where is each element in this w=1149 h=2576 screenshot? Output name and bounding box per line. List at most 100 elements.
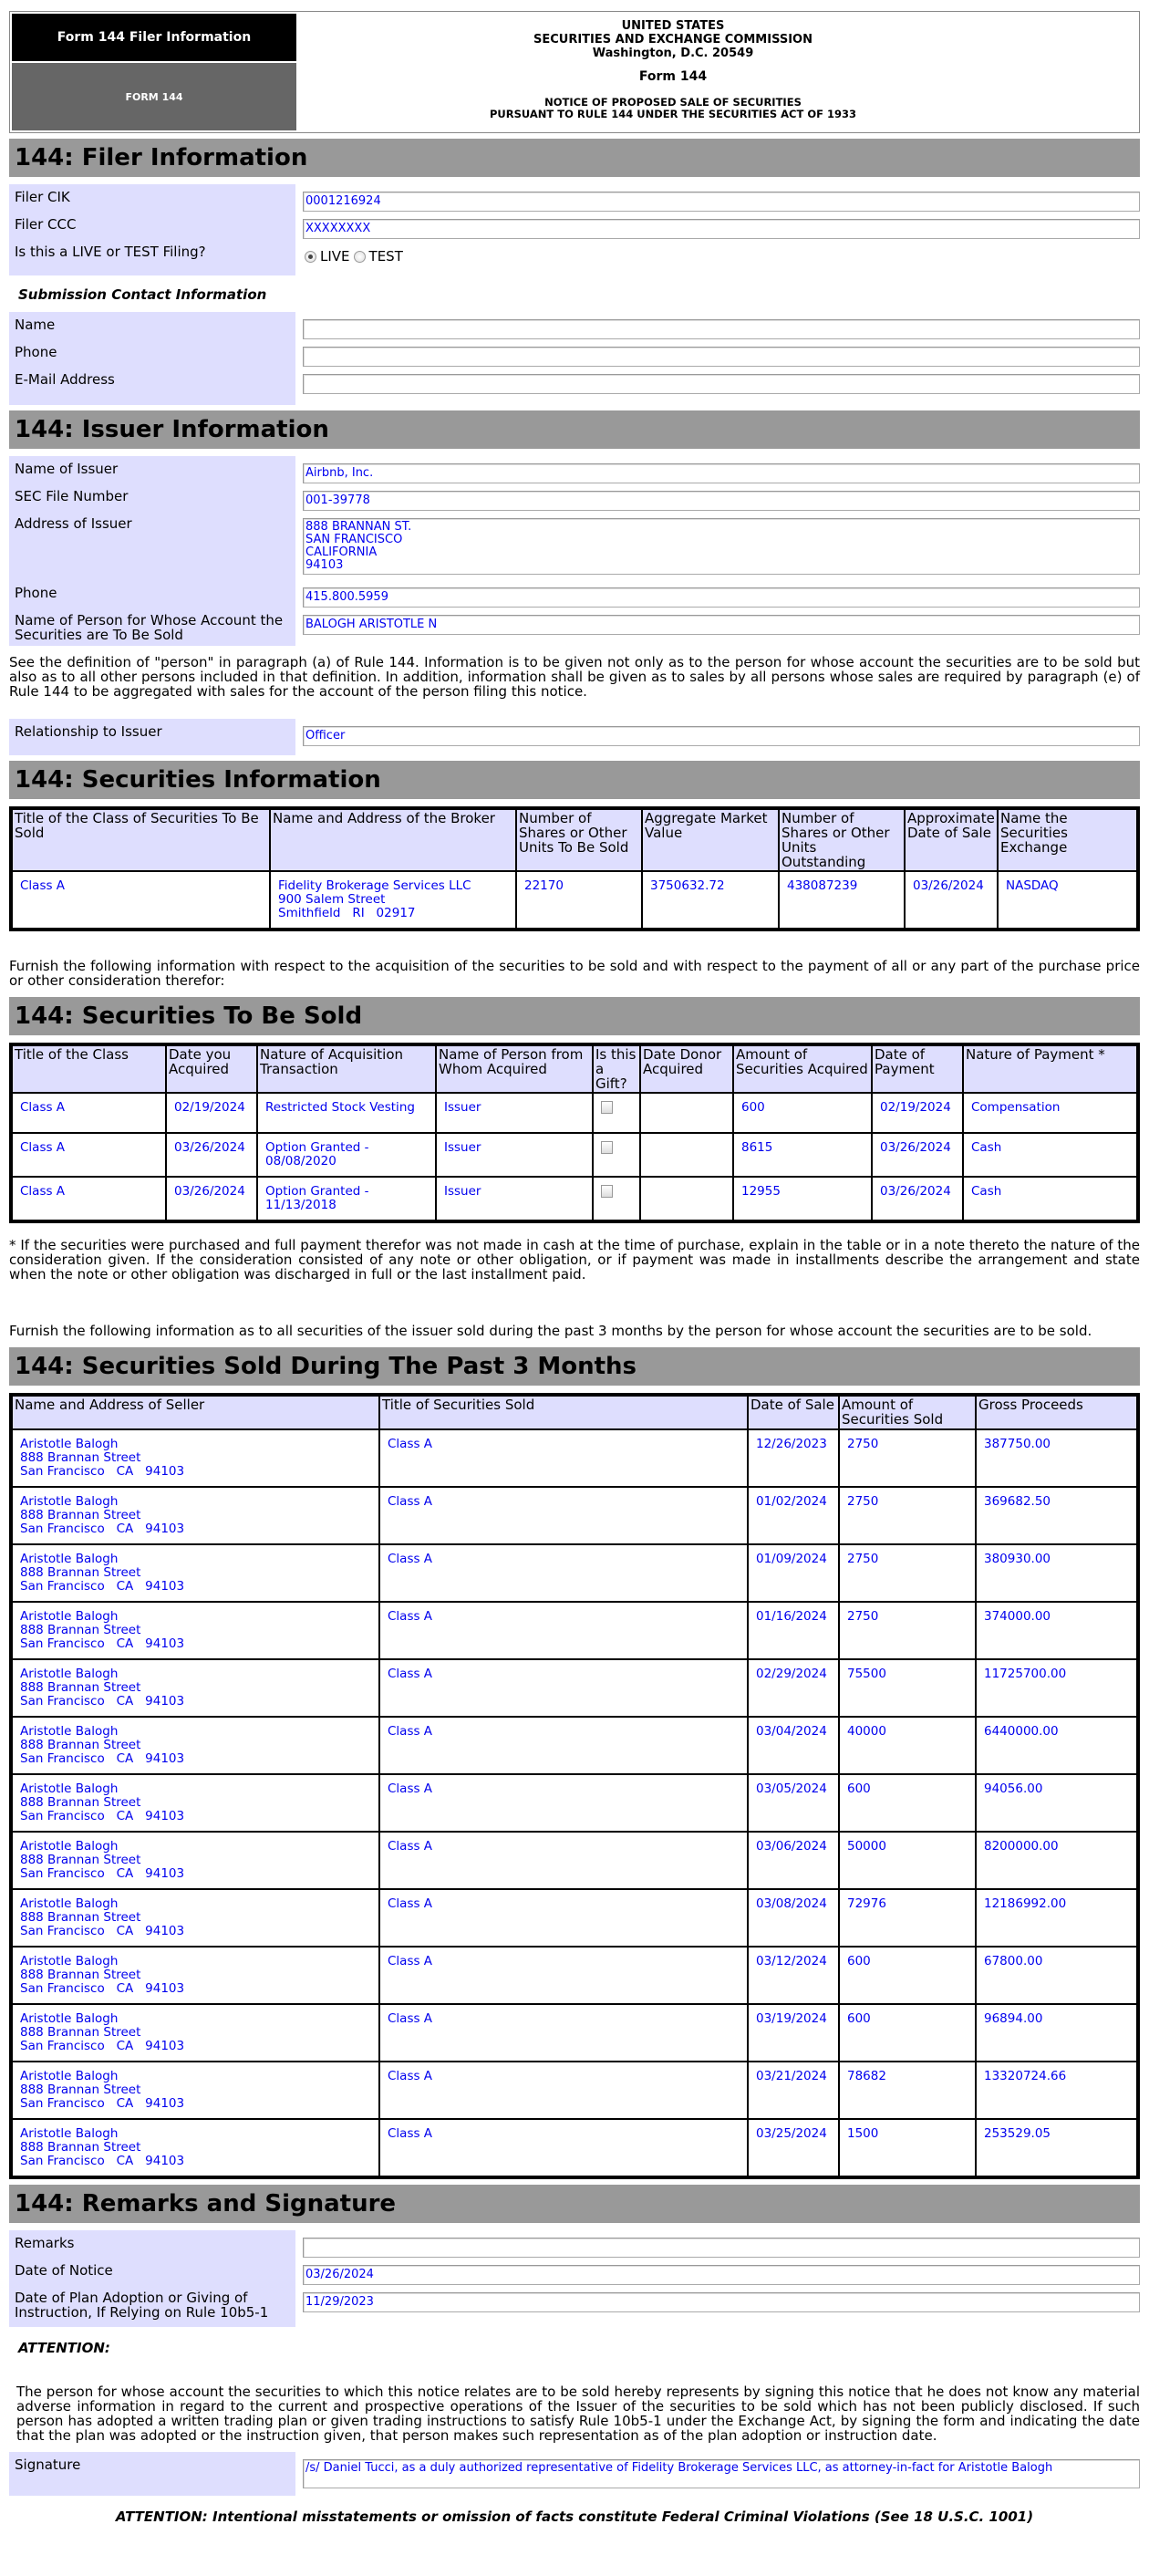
column-header: Number of Shares or Other Units Outstand… [778, 807, 906, 872]
column-header: Approximate Date of Sale [904, 807, 999, 872]
table-row: Class A Fidelity Brokerage Services LLC … [10, 870, 1139, 930]
column-header: Amount of Securities Acquired [732, 1044, 873, 1094]
filer-ccc-field[interactable]: XXXXXXXX [303, 219, 1140, 239]
sale-date-cell: 03/05/2024 [747, 1773, 840, 1833]
relationship-field[interactable]: Officer [303, 726, 1140, 746]
donor-date-cell [639, 1092, 734, 1134]
title-cell: Class A [378, 2003, 749, 2062]
table-header-row: Name and Address of Seller Title of Secu… [10, 1394, 1139, 1430]
donor-date-cell [639, 1176, 734, 1222]
seller-line: 888 Brannan Street [20, 1508, 141, 1522]
column-header: Amount of Securities Sold [838, 1394, 977, 1430]
seller-line: Aristotle Balogh [20, 1954, 119, 1968]
column-header: Aggregate Market Value [641, 807, 780, 872]
gift-cell [592, 1132, 641, 1178]
sec-file-number-field[interactable]: 001-39778 [303, 491, 1140, 511]
column-header: Date Donor Acquired [639, 1044, 734, 1094]
sale-date-cell: 03/19/2024 [747, 2003, 840, 2062]
securities-to-be-sold-table: Title of the Class Date you Acquired Nat… [9, 1043, 1140, 1223]
seller-line: 888 Brannan Street [20, 1623, 141, 1637]
table-header-row: Title of the Class of Securities To Be S… [10, 807, 1139, 872]
plan-adoption-date-field[interactable]: 11/29/2023 [303, 2292, 1140, 2312]
issuer-fields: Name of Issuer Airbnb, Inc. SEC File Num… [9, 456, 1140, 646]
seller-cell: Aristotle Balogh 888 Brannan Street San Fr… [10, 2118, 380, 2178]
issuer-address-field[interactable]: 888 BRANNAN ST. SAN FRANCISCO CALIFORNIA… [303, 518, 1140, 575]
amount-acquired-cell: 8615 [732, 1132, 873, 1178]
is-gift-checkbox[interactable] [601, 1185, 613, 1198]
exchange-cell: NASDAQ [997, 870, 1139, 930]
seller-line: San Francisco CA 94103 [20, 1522, 185, 1536]
securities-information-table: Title of the Class of Securities To Be S… [9, 806, 1140, 931]
column-header: Date of Sale [747, 1394, 840, 1430]
signature-field[interactable]: /s/ Daniel Tucci, as a duly authorized r… [303, 2459, 1140, 2488]
amount-sold-cell: 600 [838, 1773, 977, 1833]
notice-line-2: PURSUANT TO RULE 144 UNDER THE SECURITIE… [490, 108, 856, 120]
gift-cell [592, 1176, 641, 1222]
seller-cell: Aristotle Balogh 888 Brannan Street San Fr… [10, 2003, 380, 2062]
title-cell: Class A [378, 1601, 749, 1660]
title-cell: Class A [378, 2118, 749, 2178]
sale-date-cell: 03/04/2024 [747, 1716, 840, 1775]
is-gift-checkbox[interactable] [601, 1101, 613, 1114]
seller-line: 888 Brannan Street [20, 1968, 141, 1982]
units-to-be-sold-cell: 22170 [515, 870, 643, 930]
is-gift-checkbox[interactable] [601, 1141, 613, 1154]
amount-sold-cell: 2750 [838, 1486, 977, 1545]
contact-phone-field[interactable] [303, 347, 1140, 367]
amount-sold-cell: 72976 [838, 1888, 977, 1948]
issuer-address-label: Address of Issuer [9, 511, 295, 580]
class-cell: Class A [10, 1176, 167, 1222]
agency-line-1: UNITED STATES [621, 19, 725, 33]
column-header: Name and Address of the Broker [269, 807, 517, 872]
amount-sold-cell: 40000 [838, 1716, 977, 1775]
column-header: Title of Securities Sold [378, 1394, 749, 1430]
issuer-phone-label: Phone [9, 580, 295, 608]
table-row: Aristotle Balogh 888 Brannan Street San Fr… [10, 2003, 1139, 2062]
acquisition-nature-cell: Option Granted - 11/13/2018 [256, 1176, 437, 1222]
filer-fields: Filer CIK 0001216924 Filer CCC XXXXXXXX … [9, 184, 1140, 275]
gross-proceeds-cell: 67800.00 [975, 1946, 1139, 2005]
issuer-phone-field[interactable]: 415.800.5959 [303, 587, 1140, 608]
contact-email-field[interactable] [303, 374, 1140, 394]
filer-cik-row: Filer CIK 0001216924 [9, 184, 1140, 212]
gift-cell [592, 1092, 641, 1134]
column-header: Name the Securities Exchange [997, 807, 1139, 872]
amount-sold-cell: 600 [838, 1946, 977, 2005]
seller-cell: Aristotle Balogh 888 Brannan Street San Fr… [10, 1716, 380, 1775]
gross-proceeds-cell: 8200000.00 [975, 1831, 1139, 1890]
column-header: Gross Proceeds [975, 1394, 1139, 1430]
form-144-tab[interactable]: FORM 144 [12, 63, 296, 130]
filer-cik-field[interactable]: 0001216924 [303, 192, 1140, 212]
seller-line: 888 Brannan Street [20, 1680, 141, 1695]
filer-information-tab[interactable]: Form 144 Filer Information [12, 14, 296, 61]
seller-line: 888 Brannan Street [20, 1853, 141, 1867]
seller-line: San Francisco CA 94103 [20, 1809, 185, 1823]
section-issuer-information: 144: Issuer Information [9, 410, 1140, 449]
contact-name-field[interactable] [303, 319, 1140, 339]
seller-cell: Aristotle Balogh 888 Brannan Street San Fr… [10, 1486, 380, 1545]
table-row: Aristotle Balogh 888 Brannan Street San Fr… [10, 2118, 1139, 2178]
aggregate-market-value-cell: 3750632.72 [641, 870, 780, 930]
sec-file-number-label: SEC File Number [9, 483, 295, 511]
notice-title: NOTICE OF PROPOSED SALE OF SECURITIES PU… [298, 97, 1048, 120]
date-of-notice-field[interactable]: 03/26/2024 [303, 2265, 1140, 2285]
securities-to-be-sold-body: Class A 02/19/2024 Restricted Stock Vestin… [10, 1092, 1139, 1222]
test-radio[interactable] [353, 250, 366, 263]
plan-adoption-date-label: Date of Plan Adoption or Giving of Instr… [9, 2285, 295, 2327]
agency-heading: UNITED STATES SECURITIES AND EXCHANGE CO… [298, 12, 1139, 132]
contact-email-label: E-Mail Address [9, 367, 295, 405]
gross-proceeds-cell: 11725700.00 [975, 1658, 1139, 1718]
seller-line: Aristotle Balogh [20, 1667, 119, 1681]
amount-sold-cell: 2750 [838, 1601, 977, 1660]
acquisition-nature-cell: Option Granted - 08/08/2020 [256, 1132, 437, 1178]
person-definition-note: See the definition of "person" in paragr… [9, 654, 1140, 700]
remarks-field[interactable] [303, 2238, 1140, 2258]
column-header: Title of the Class [10, 1044, 167, 1094]
seller-line: San Francisco CA 94103 [20, 1866, 185, 1881]
seller-line: 888 Brannan Street [20, 1738, 141, 1752]
issuer-name-field[interactable]: Airbnb, Inc. [303, 463, 1140, 483]
person-for-account-field[interactable]: BALOGH ARISTOTLE N [303, 615, 1140, 635]
column-header: Date you Acquired [165, 1044, 258, 1094]
signature-fields: Signature /s/ Daniel Tucci, as a duly au… [9, 2452, 1140, 2496]
live-radio[interactable] [305, 250, 316, 263]
